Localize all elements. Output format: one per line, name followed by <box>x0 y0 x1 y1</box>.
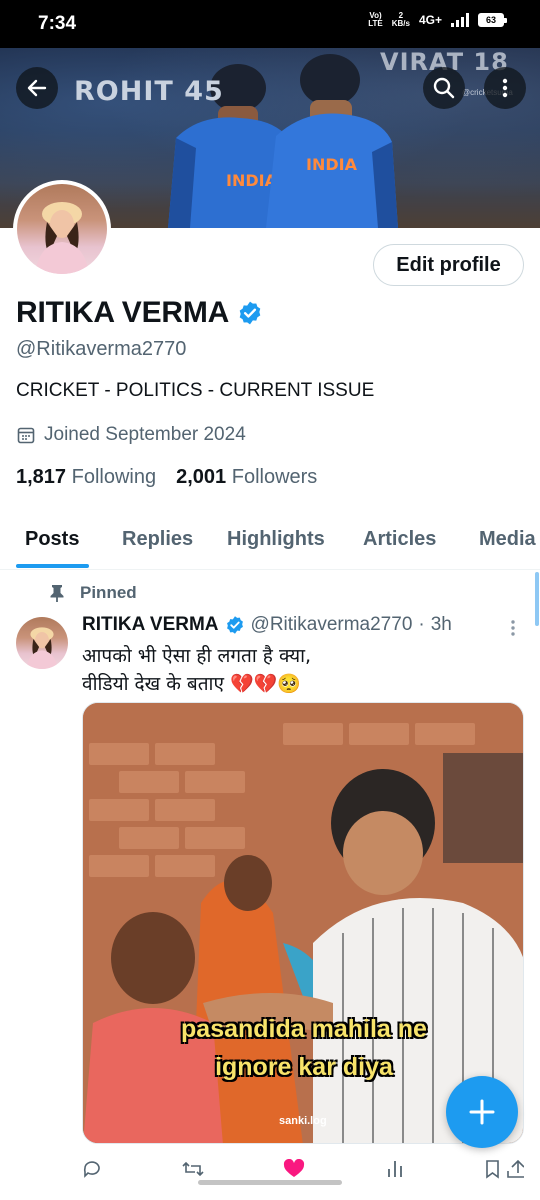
video-watermark: sanki.log <box>279 1115 327 1127</box>
like-button[interactable] <box>283 1158 305 1180</box>
active-tab-indicator <box>16 564 89 568</box>
network-type: 4G+ <box>418 13 442 27</box>
status-time: 7:34 <box>38 13 77 34</box>
profile-tabs: Posts Replies Highlights Articles Media <box>0 510 540 570</box>
home-indicator[interactable] <box>198 1180 342 1185</box>
arrow-left-icon <box>27 79 47 97</box>
reply-button[interactable] <box>82 1158 102 1180</box>
calendar-icon <box>17 427 35 444</box>
views-icon <box>387 1161 402 1177</box>
post-video[interactable]: pasandida mahila ne ignore kar diya sank… <box>82 702 524 1144</box>
more-options-button[interactable] <box>484 67 526 109</box>
tab-posts[interactable]: Posts <box>25 528 79 551</box>
signal-icon <box>451 13 469 27</box>
views-button[interactable] <box>385 1158 405 1180</box>
reply-icon <box>83 1161 100 1178</box>
search-icon <box>433 77 455 99</box>
verified-badge-icon <box>226 616 243 634</box>
repost-button[interactable] <box>181 1158 204 1180</box>
post-separator: · <box>418 614 425 635</box>
video-caption-line-1: pasandida mahila ne <box>181 1015 427 1043</box>
tab-articles[interactable]: Articles <box>363 528 436 551</box>
scrollbar-thumb[interactable] <box>535 572 539 626</box>
followers-count: 2,001 <box>176 466 227 488</box>
more-vertical-icon <box>502 78 508 98</box>
joined-date: Joined September 2024 <box>16 424 246 446</box>
post-author-avatar[interactable] <box>16 617 68 669</box>
svg-text:INDIA: INDIA <box>226 171 278 190</box>
display-name: RITIKA VERMA <box>16 296 230 329</box>
following-count: 1,817 <box>16 466 67 488</box>
share-buttons[interactable] <box>484 1158 524 1180</box>
pin-icon <box>50 585 64 602</box>
search-button[interactable] <box>423 67 465 109</box>
heart-icon <box>283 1159 305 1177</box>
followers-label: Followers <box>231 466 318 488</box>
post-header: RITIKA VERMA @Ritikaverma2770 · 3h <box>82 614 452 636</box>
edit-profile-button[interactable]: Edit profile <box>373 244 524 286</box>
tab-replies[interactable]: Replies <box>122 528 193 551</box>
post-text-line-2: वीडियो देख के बताए 💔💔🥺 <box>82 673 301 695</box>
post-author-handle[interactable]: @Ritikaverma2770 <box>251 614 413 636</box>
profile-name-row: RITIKA VERMA <box>16 296 263 330</box>
data-speed: 2 KB/s <box>391 11 410 28</box>
following-label: Following <box>71 466 157 488</box>
tab-highlights[interactable]: Highlights <box>227 528 325 551</box>
joined-text: Joined September 2024 <box>44 424 246 445</box>
more-vertical-icon <box>511 620 515 636</box>
bookmark-share-icon <box>486 1159 524 1179</box>
post-avatar-photo <box>26 627 58 669</box>
verified-badge-icon[interactable] <box>237 300 263 326</box>
compose-post-button[interactable] <box>446 1076 518 1148</box>
video-caption-line-2: ignore kar diya <box>215 1053 393 1081</box>
svg-text:INDIA: INDIA <box>306 155 358 174</box>
volte-indicator: Vo) LTE <box>368 11 383 28</box>
post-more-button[interactable] <box>508 618 518 643</box>
battery-icon: 63 <box>478 13 507 27</box>
plus-icon <box>469 1099 495 1125</box>
following-link[interactable]: 1,817 Following <box>16 466 156 489</box>
post-time[interactable]: 3h <box>431 614 452 636</box>
status-icons: Vo) LTE 2 KB/s 4G+ 63 <box>368 11 507 28</box>
post-author-name[interactable]: RITIKA VERMA <box>82 614 219 636</box>
profile-avatar[interactable] <box>13 180 111 278</box>
profile-handle: @Ritikaverma2770 <box>16 338 187 360</box>
post-text-line-1: आपको भी ऐसा ही लगता है क्या, <box>82 645 312 667</box>
repost-icon <box>181 1161 204 1177</box>
post-actions <box>82 1158 524 1180</box>
tab-media[interactable]: Media <box>479 528 536 551</box>
status-bar: 7:34 Vo) LTE 2 KB/s 4G+ 63 <box>0 0 540 48</box>
post-text: आपको भी ऐसा ही लगता है क्या, वीडियो देख … <box>82 642 311 698</box>
profile-bio: CRICKET - POLITICS - CURRENT ISSUE <box>16 380 375 401</box>
back-button[interactable] <box>16 67 58 109</box>
followers-link[interactable]: 2,001 Followers <box>176 466 317 489</box>
follow-stats: 1,817 Following 2,001 Followers <box>16 466 317 489</box>
pinned-text: Pinned <box>80 583 137 602</box>
avatar-photo <box>35 202 89 274</box>
pinned-label: Pinned <box>48 583 137 603</box>
banner-text-left: ROHIT 45 <box>74 76 224 107</box>
